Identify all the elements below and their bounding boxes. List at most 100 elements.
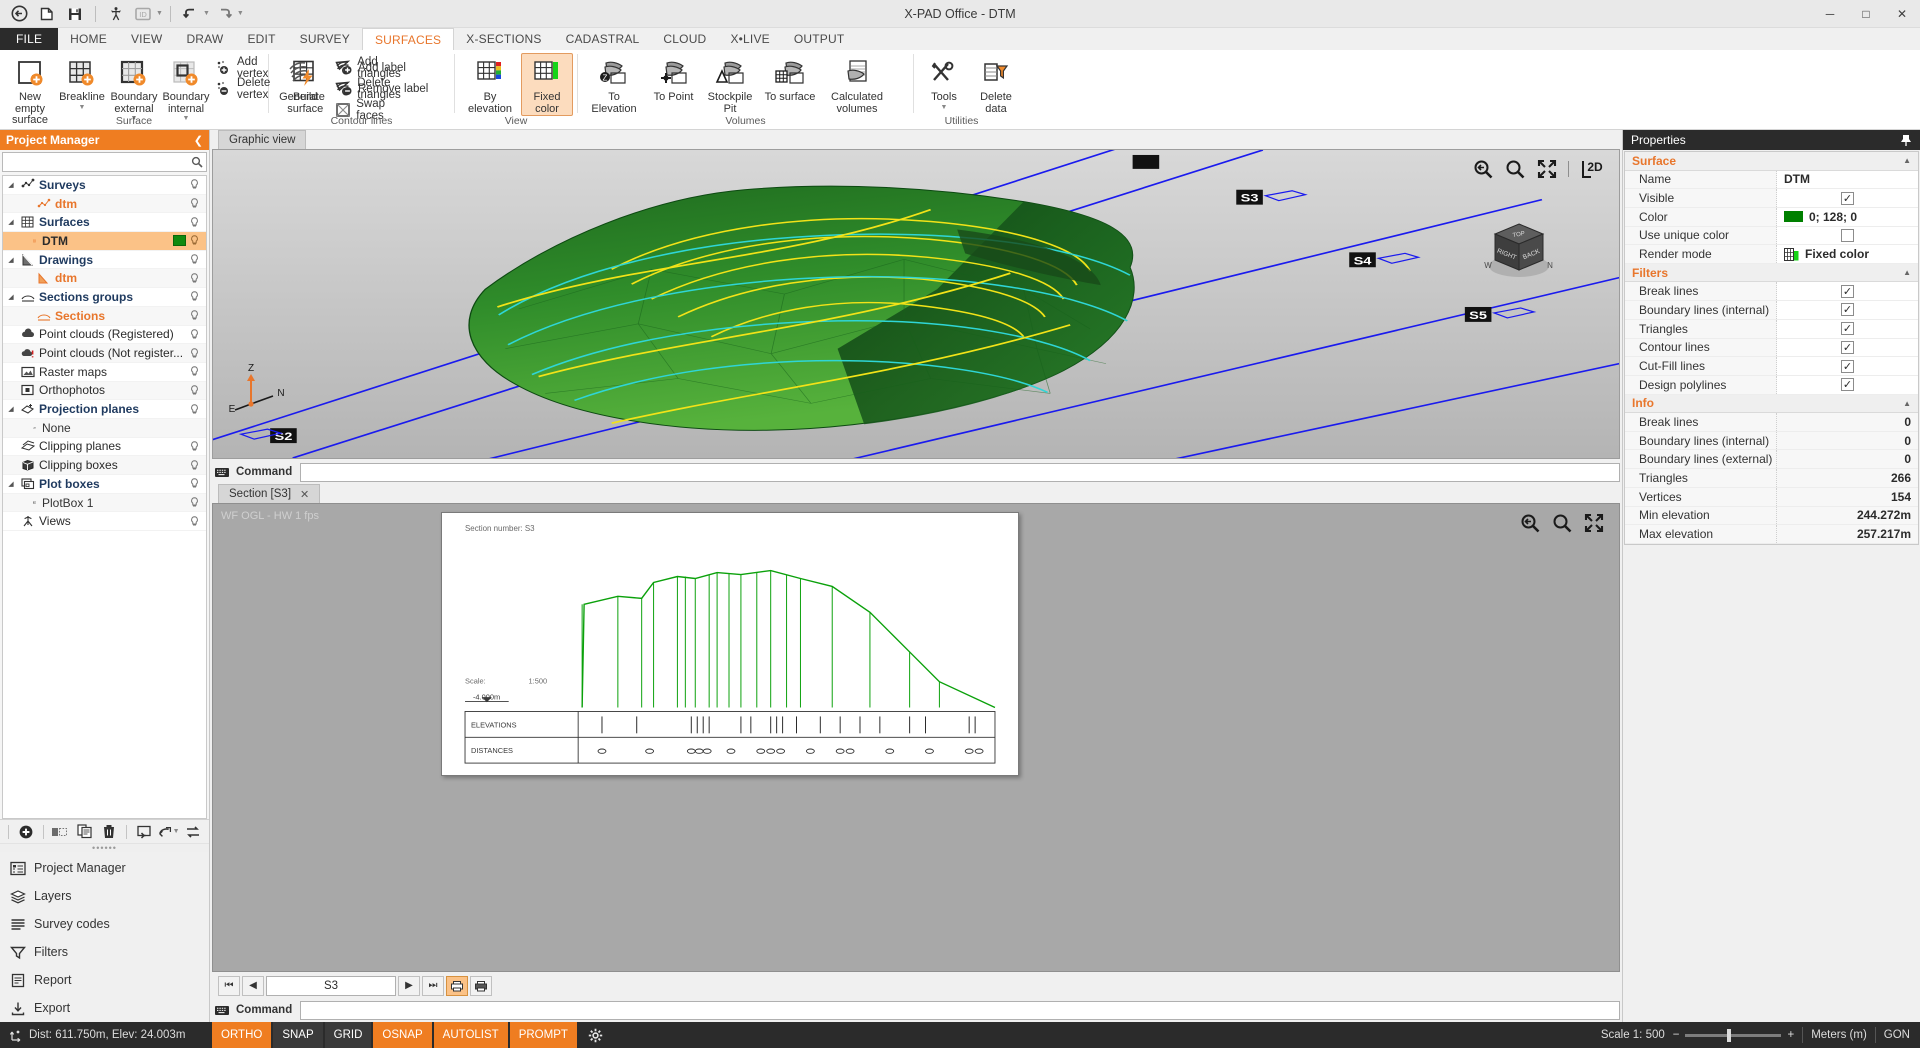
visibility-bulb-icon[interactable] [190,347,202,359]
chevron-up-icon[interactable]: ▲ [1903,399,1911,408]
tree-item-surfaces[interactable]: ◢ Surfaces [3,213,206,233]
expander-icon[interactable]: ◢ [3,181,19,189]
filter-row-contour-lines[interactable]: Contour lines ✓ [1625,338,1918,358]
visibility-bulb-icon[interactable] [190,217,202,228]
project-tree[interactable]: ◢ Surveys dtm ◢ Surfaces DTM ◢ Drawings … [2,175,207,819]
toggle-grid[interactable]: GRID [324,1022,372,1048]
tab-x-live[interactable]: X•LIVE [718,28,781,50]
tab-home[interactable]: HOME [58,28,119,50]
zoom-window-icon[interactable] [1551,512,1573,534]
contour-lines-checkbox[interactable]: ✓ [1841,340,1854,354]
panel-resize-grip[interactable]: •••••• [0,843,209,853]
design-polylines-checkbox[interactable]: ✓ [1841,378,1854,392]
tab-survey[interactable]: SURVEY [288,28,362,50]
expander-icon[interactable]: ◢ [3,405,19,413]
surveyor-icon[interactable] [103,2,129,26]
nav-item-project-manager[interactable]: Project Manager [0,854,209,882]
expander-icon[interactable]: ◢ [3,480,19,488]
section-viewport[interactable]: WF OGL - HW 1 fps Section number: S3 Sca… [212,503,1620,972]
property-value[interactable]: DTM [1777,170,1918,189]
toggle-ortho[interactable]: ORTHO [212,1022,272,1048]
back-icon[interactable] [6,2,32,26]
tab-surfaces[interactable]: SURFACES [361,28,455,50]
filter-row-triangles[interactable]: Triangles ✓ [1625,319,1918,339]
zoom-slider[interactable]: − + [1673,1028,1794,1042]
to-point-button[interactable]: To Point [646,53,701,105]
undo-icon[interactable] [178,2,204,26]
tree-item-projection-planes[interactable]: ◢ Projection planes [3,400,206,419]
tree-item-raster-maps[interactable]: Raster maps [3,363,206,382]
surface-color-swatch[interactable] [173,235,186,247]
visibility-bulb-icon[interactable] [190,385,202,396]
visibility-bulb-icon[interactable] [190,254,202,265]
break-lines-checkbox[interactable]: ✓ [1841,284,1854,298]
zoom-previous-icon[interactable] [1472,158,1494,180]
maximize-button[interactable]: □ [1848,0,1884,28]
tree-item-dtm-surface[interactable]: DTM [3,232,206,251]
tree-item-orthophotos[interactable]: Orthophotos [3,381,206,401]
to-surface-button[interactable]: To surface [759,53,821,105]
nav-item-layers[interactable]: Layers [0,882,209,910]
expander-icon[interactable]: ◢ [3,293,19,301]
copy-button[interactable] [74,822,96,842]
properties-section-filters[interactable]: Filters ▲ [1625,263,1918,283]
command-input[interactable] [300,462,1620,482]
chevron-up-icon[interactable]: ▲ [1903,268,1911,277]
last-section-button[interactable]: ⏭ [422,975,444,996]
visibility-bulb-icon[interactable] [190,459,202,471]
pin-icon[interactable] [1900,134,1912,147]
visibility-bulb-icon[interactable] [190,291,202,302]
triangles-checkbox[interactable]: ✓ [1841,322,1854,336]
property-row-use-unique-color[interactable]: Use unique color [1625,226,1918,246]
move-button[interactable]: ▼ [158,822,180,842]
tree-item-views[interactable]: Views [3,512,206,532]
toggle-prompt[interactable]: PROMPT [509,1022,577,1048]
tree-item-clipping-boxes[interactable]: Clipping boxes [3,456,206,475]
tab-cloud[interactable]: CLOUD [651,28,718,50]
minimize-button[interactable]: ─ [1812,0,1848,28]
tab-x-sections[interactable]: X-SECTIONS [454,28,553,50]
boundary-internal-button[interactable]: Boundary internal ▼ [160,53,212,123]
visibility-bulb-icon[interactable] [190,497,202,508]
tools-dropdown-caret[interactable]: ▼ [941,104,948,111]
expander-icon[interactable]: ◢ [3,256,19,264]
zoom-track[interactable] [1685,1028,1782,1042]
new-file-icon[interactable] [34,2,60,26]
print-preview-button[interactable] [446,975,468,996]
angle-units-label[interactable]: GON [1884,1029,1910,1041]
delete-button[interactable] [99,822,121,842]
zoom-extents-icon[interactable] [1583,512,1605,534]
toggle-autolist[interactable]: AUTOLIST [433,1022,508,1048]
nav-item-filters[interactable]: Filters [0,938,209,966]
filter-row-break-lines[interactable]: Break lines ✓ [1625,282,1918,302]
add-label-button[interactable]: Add label [331,57,435,78]
visibility-bulb-icon[interactable] [190,273,202,284]
refresh-button[interactable] [183,822,205,842]
id-dropdown-caret[interactable]: ▼ [156,10,163,17]
visibility-bulb-icon[interactable] [190,441,202,452]
tab-edit[interactable]: EDIT [235,28,287,50]
tree-item-clipping-planes[interactable]: Clipping planes [3,438,206,457]
redo-dropdown-caret[interactable]: ▼ [237,10,244,17]
tree-item-dtm-drawing[interactable]: dtm [3,269,206,289]
save-icon[interactable] [62,2,88,26]
properties-section-info[interactable]: Info ▲ [1625,394,1918,414]
expander-icon[interactable]: ◢ [3,218,19,226]
property-row-name[interactable]: Name DTM [1625,170,1918,190]
zoom-in-button[interactable]: + [1787,1029,1794,1041]
property-row-render-mode[interactable]: Render mode Fixed color [1625,245,1918,264]
tab-file[interactable]: FILE [0,28,59,50]
tab-output[interactable]: OUTPUT [782,28,857,50]
project-search-input[interactable] [2,152,207,172]
chevron-up-icon[interactable]: ▲ [1903,156,1911,165]
chevron-left-icon[interactable]: ❮ [194,134,203,147]
property-value-container[interactable]: 0; 128; 0 [1777,207,1918,226]
current-section-field[interactable]: S3 [266,975,396,996]
tab-view[interactable]: VIEW [119,28,174,50]
generate-contours-button[interactable]: Generate [273,53,331,105]
visibility-bulb-icon[interactable] [190,329,202,340]
settings-button[interactable] [579,1022,612,1048]
property-row-color[interactable]: Color 0; 128; 0 [1625,207,1918,227]
view-2d-icon[interactable]: 2D [1579,158,1605,180]
previous-section-button[interactable]: ◀ [242,975,264,996]
